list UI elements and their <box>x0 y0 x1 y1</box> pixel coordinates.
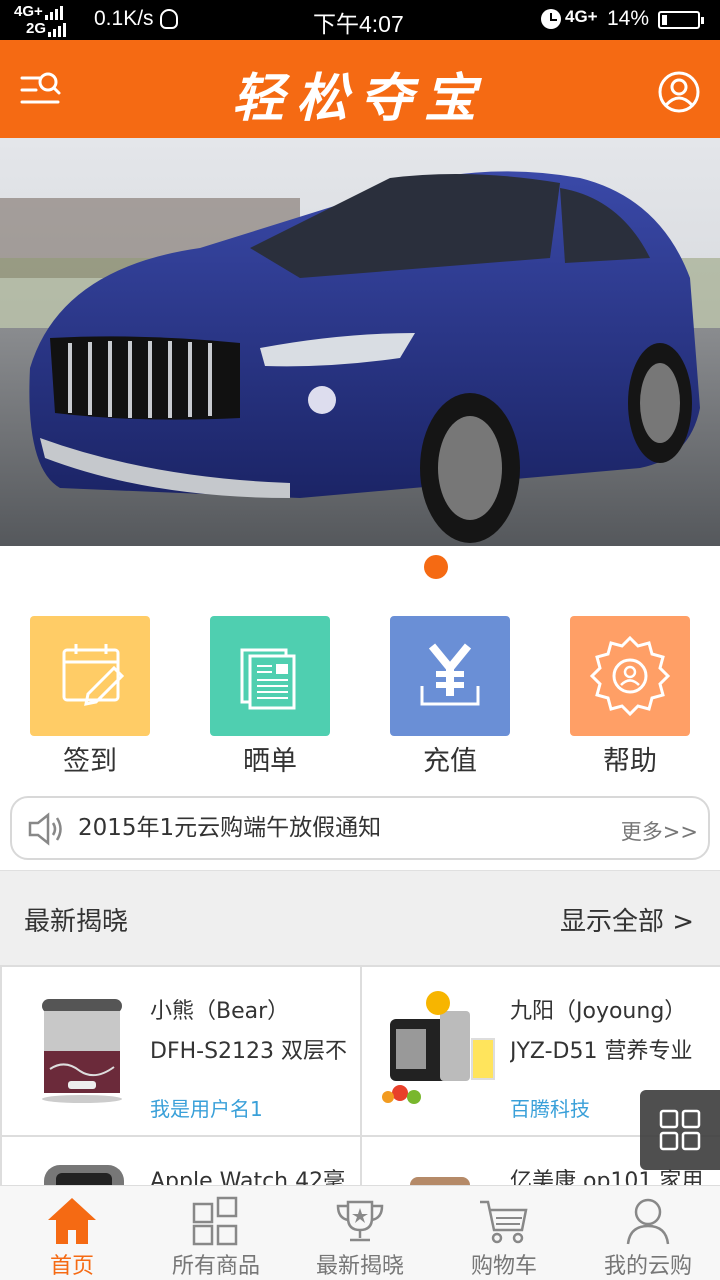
help-label: 帮助 <box>603 746 657 777</box>
battery-icon <box>658 11 704 29</box>
battery-percent: 14% <box>607 7 650 30</box>
winner-username[interactable]: 我是用户名1 <box>150 1093 263 1122</box>
nav-my-account[interactable]: 我的云购 <box>576 1186 720 1280</box>
bottom-nav: 首页 所有商品 最新揭晓 购物车 我的云购 <box>0 1185 720 1280</box>
banner-pager <box>0 546 720 590</box>
person-icon <box>626 1198 670 1245</box>
pager-dot-active[interactable] <box>424 555 448 579</box>
quick-entry-row: 签到 晒单 充值 帮助 <box>0 590 720 790</box>
winner-username[interactable]: 百腾科技 <box>510 1093 590 1122</box>
quick-entry-share[interactable]: 晒单 <box>210 616 330 780</box>
help-tile[interactable] <box>570 616 690 736</box>
speaker-icon <box>28 812 62 846</box>
quick-entry-checkin[interactable]: 签到 <box>30 616 150 780</box>
checkin-tile[interactable] <box>30 616 150 736</box>
floating-menu-button[interactable] <box>640 1090 720 1170</box>
product-image-watch <box>44 1165 124 1185</box>
show-all-link[interactable]: 显示全部 > <box>560 901 694 938</box>
product-name-line1: 小熊（Bear） <box>150 999 290 1024</box>
checkin-label: 签到 <box>63 746 117 777</box>
product-image-lunchbox <box>42 999 122 1103</box>
latest-section-header: 最新揭晓 显示全部 > <box>0 870 720 965</box>
banner-image-car <box>0 138 720 546</box>
qq-notification-icon <box>160 9 178 29</box>
grid-menu-icon <box>659 1109 701 1151</box>
calendar-edit-icon <box>62 644 125 706</box>
latest-section-title: 最新揭晓 <box>24 907 129 937</box>
nav-home-label: 首页 <box>49 1254 94 1279</box>
product-grid: 小熊（Bear） DFH-S2123 双层不 我是用户名1 九阳（Joyoung… <box>0 965 720 1185</box>
trophy-icon <box>336 1200 384 1242</box>
nav-all-products-label: 所有商品 <box>171 1254 260 1279</box>
yuan-icon <box>420 643 480 706</box>
nav-all-products[interactable]: 所有商品 <box>144 1186 288 1280</box>
app-screen: 4G+ 2G 0.1K/s 下午4:07 4G+ 14% 轻松夺宝 签到 晒单 … <box>0 0 720 1280</box>
network-type-right: 4G+ <box>565 7 598 26</box>
nav-cart-label: 购物车 <box>470 1254 537 1279</box>
product-name-line1: 九阳（Joyoung） <box>510 999 687 1024</box>
network-top-label: 4G+ <box>14 3 43 20</box>
signal-icon <box>44 3 65 20</box>
banner-carousel[interactable] <box>0 138 720 546</box>
signal-icon-2 <box>48 20 68 37</box>
cart-icon <box>480 1200 528 1244</box>
product-name-line1: Apple Watch 42毫 <box>150 1169 346 1185</box>
product-card[interactable]: Apple Watch 42毫 <box>2 1137 360 1185</box>
help-badge-icon <box>589 635 671 717</box>
document-icon <box>240 648 296 710</box>
notice-section: 2015年1元云购端午放假通知 更多>> <box>0 790 720 870</box>
grid-icon <box>192 1196 238 1246</box>
nav-home[interactable]: 首页 <box>0 1186 144 1280</box>
home-icon <box>48 1198 96 1244</box>
quick-entry-recharge[interactable]: 充值 <box>390 616 510 780</box>
product-image-juicer <box>382 991 495 1104</box>
user-profile-icon[interactable] <box>657 70 701 114</box>
quick-entry-help[interactable]: 帮助 <box>570 616 690 780</box>
share-label: 晒单 <box>243 746 297 777</box>
product-name-line2: JYZ-D51 营养专业 <box>510 1039 693 1064</box>
network-indicator: 4G+ 2G <box>14 3 68 37</box>
notice-bar[interactable]: 2015年1元云购端午放假通知 更多>> <box>10 796 710 860</box>
product-image-device <box>410 1177 470 1185</box>
app-title: 轻松夺宝 <box>231 68 488 129</box>
network-bottom-label: 2G <box>26 20 47 37</box>
clock: 下午4:07 <box>313 11 404 37</box>
share-tile[interactable] <box>210 616 330 736</box>
status-bar: 4G+ 2G 0.1K/s 下午4:07 4G+ 14% <box>0 0 720 40</box>
nav-latest-label: 最新揭晓 <box>315 1254 404 1279</box>
recharge-tile[interactable] <box>390 616 510 736</box>
network-speed: 0.1K/s <box>94 7 154 30</box>
alarm-icon <box>541 9 561 29</box>
nav-my-account-label: 我的云购 <box>603 1254 692 1279</box>
app-header: 轻松夺宝 <box>0 40 720 138</box>
notice-more-link[interactable]: 更多>> <box>621 816 698 846</box>
recharge-label: 充值 <box>423 746 477 777</box>
nav-cart[interactable]: 购物车 <box>432 1186 576 1280</box>
notice-text[interactable]: 2015年1元云购端午放假通知 <box>78 808 381 842</box>
product-card[interactable]: 小熊（Bear） DFH-S2123 双层不 我是用户名1 <box>2 967 360 1135</box>
product-name-line2: DFH-S2123 双层不 <box>150 1039 348 1064</box>
nav-latest[interactable]: 最新揭晓 <box>288 1186 432 1280</box>
